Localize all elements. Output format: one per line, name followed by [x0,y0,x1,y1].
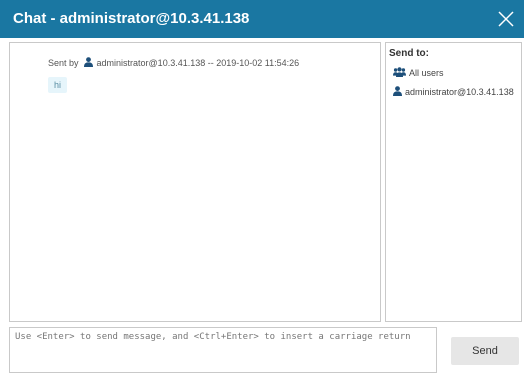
window-title: Chat - administrator@10.3.41.138 [13,10,250,27]
close-icon[interactable] [496,9,516,29]
message-input[interactable] [9,327,437,373]
chat-history-panel[interactable]: Sent by administrator@10.3.41.138 -- 201… [9,42,381,322]
user-icon [393,86,402,98]
send-to-label: Send to: [389,48,429,59]
users-group-icon [393,67,406,79]
message-timestamp: 2019-10-02 11:54:26 [216,58,300,68]
recipient-administrator[interactable]: administrator@10.3.41.138 [393,86,514,98]
recipient-label: All users [409,68,444,78]
send-to-panel: Send to: All users administrator@10.3.41… [385,42,522,322]
message-sender: administrator@10.3.41.138 [96,58,206,68]
title-bar: Chat - administrator@10.3.41.138 [0,0,524,38]
send-button[interactable]: Send [451,337,519,365]
message-bubble: hi [48,77,68,93]
message-header: Sent by administrator@10.3.41.138 -- 201… [48,57,299,69]
recipient-label: administrator@10.3.41.138 [405,87,514,97]
recipient-all-users[interactable]: All users [393,67,444,79]
user-icon [83,57,93,69]
sent-by-label: Sent by [48,58,79,68]
